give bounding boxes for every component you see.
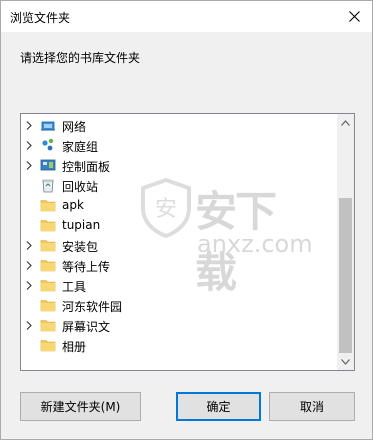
cancel-button[interactable]: 取消	[269, 392, 355, 421]
chevron-up-icon	[341, 119, 350, 126]
ok-button[interactable]: 确定	[176, 392, 261, 421]
folder-icon	[40, 197, 56, 213]
tree-item-1[interactable]: 家庭组	[21, 135, 338, 155]
tree-item-label: 工具	[62, 280, 87, 294]
tree-item-8[interactable]: 工具	[21, 275, 338, 295]
tree-item-11[interactable]: 相册	[21, 335, 338, 355]
tree-item-7[interactable]: 等待上传	[21, 255, 338, 275]
folder-icon	[40, 277, 56, 293]
tree-item-label: 控制面板	[62, 160, 111, 174]
scrollbar-thumb[interactable]	[339, 198, 352, 353]
control-panel-icon	[40, 157, 56, 173]
tree-item-label: 家庭组	[62, 140, 99, 154]
tree-item-label: 屏幕识文	[62, 320, 111, 334]
vertical-scrollbar[interactable]	[337, 114, 354, 370]
folder-tree[interactable]: 网络家庭组控制面板回收站 apk tupian 安装包等待上传工具河东软件园屏幕识文相…	[20, 113, 355, 371]
close-button[interactable]	[336, 1, 372, 32]
expand-placeholder	[23, 215, 35, 235]
folder-icon	[40, 337, 56, 353]
scroll-up-button[interactable]	[337, 114, 354, 131]
expand-chevron-icon[interactable]	[23, 235, 35, 255]
expand-chevron-icon[interactable]	[23, 255, 35, 275]
tree-item-label: apk	[62, 198, 84, 212]
browse-folder-dialog: 浏览文件夹 请选择您的书库文件夹 网络家庭组控制面板回收站 apk tupian 安装…	[0, 0, 373, 440]
expand-chevron-icon[interactable]	[23, 155, 35, 175]
folder-icon	[40, 257, 56, 273]
tree-item-label: 相册	[62, 340, 87, 354]
expand-placeholder	[23, 295, 35, 315]
recycle-bin-icon	[40, 177, 56, 193]
homegroup-icon	[40, 137, 56, 153]
expand-chevron-icon[interactable]	[23, 275, 35, 295]
window-title: 浏览文件夹	[10, 11, 71, 25]
expand-chevron-icon[interactable]	[23, 115, 35, 135]
tree-item-3[interactable]: 回收站	[21, 175, 338, 195]
tree-item-6[interactable]: 安装包	[21, 235, 338, 255]
tree-item-label: 安装包	[62, 240, 99, 254]
close-icon	[348, 11, 360, 22]
tree-item-label: 回收站	[62, 180, 99, 194]
tree-item-2[interactable]: 控制面板	[21, 155, 338, 175]
tree-item-9[interactable]: 河东软件园	[21, 295, 338, 315]
tree-item-5[interactable]: tupian	[21, 215, 338, 235]
expand-placeholder	[23, 195, 35, 215]
expand-placeholder	[23, 335, 35, 355]
tree-item-label: 等待上传	[62, 260, 111, 274]
tree-item-0[interactable]: 网络	[21, 115, 338, 135]
folder-icon	[40, 237, 56, 253]
tree-item-label: tupian	[62, 218, 101, 232]
chevron-down-icon	[341, 358, 350, 365]
new-folder-button[interactable]: 新建文件夹(M)	[20, 392, 141, 421]
tree-item-label: 河东软件园	[62, 300, 123, 314]
expand-chevron-icon[interactable]	[23, 315, 35, 335]
tree-item-label: 网络	[62, 120, 87, 134]
expand-placeholder	[23, 175, 35, 195]
scroll-down-button[interactable]	[337, 353, 354, 370]
tree-item-4[interactable]: apk	[21, 195, 338, 215]
network-icon	[40, 117, 56, 133]
expand-chevron-icon[interactable]	[23, 135, 35, 155]
folder-icon	[40, 317, 56, 333]
tree-item-10[interactable]: 屏幕识文	[21, 315, 338, 335]
folder-icon	[40, 297, 56, 313]
title-bar: 浏览文件夹	[1, 1, 372, 32]
folder-icon	[40, 217, 56, 233]
folder-tree-list: 网络家庭组控制面板回收站 apk tupian 安装包等待上传工具河东软件园屏幕识文相…	[21, 115, 338, 355]
instruction-text: 请选择您的书库文件夹	[20, 51, 141, 65]
